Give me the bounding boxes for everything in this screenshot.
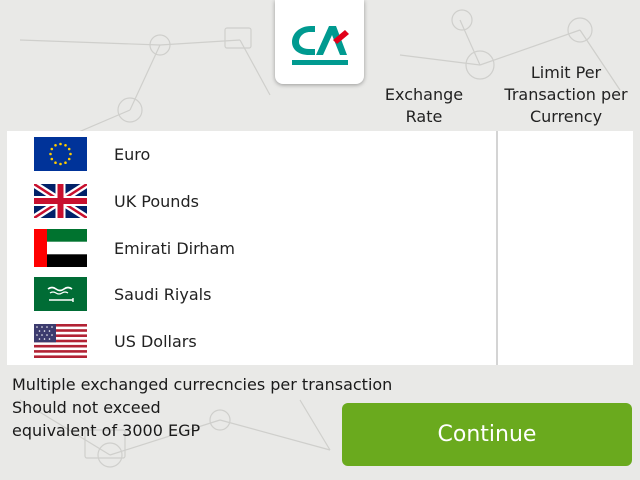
eu-flag-icon [34,137,87,171]
bank-logo [275,0,364,84]
limit-per-transaction-header: Limit Per Transaction per Currency [504,63,628,126]
currency-name: Euro [114,145,151,164]
currency-name: US Dollars [114,332,197,351]
currency-row-saudi-riyals[interactable]: Saudi Riyals [7,273,496,317]
note-line: equivalent of 3000 EGP [12,421,201,440]
currency-row-uk-pounds[interactable]: UK Pounds [7,180,496,224]
currency-row-euro[interactable]: Euro [7,133,496,177]
uae-flag-icon [34,229,87,267]
note-line: Multiple exchanged currecncies per trans… [12,375,393,394]
transaction-limit-note: Multiple exchanged currecncies per trans… [12,373,392,442]
uk-flag-icon [34,184,87,218]
saudi-flag-icon [34,277,87,311]
currency-name: UK Pounds [114,192,199,211]
currency-name: Saudi Riyals [114,285,212,304]
currency-table: Euro UK Pounds Emirati Dirham Saudi Riya… [7,131,633,365]
currency-name: Emirati Dirham [114,239,235,258]
column-divider [496,131,498,365]
us-flag-icon [34,324,87,358]
note-line: Should not exceed [12,398,161,417]
continue-button[interactable]: Continue [342,403,632,466]
credit-agricole-logo-icon [292,26,349,65]
currency-row-emirati-dirham[interactable]: Emirati Dirham [7,227,496,271]
currency-row-us-dollars[interactable]: US Dollars [7,320,496,364]
exchange-rate-header: Exchange Rate [384,85,464,126]
